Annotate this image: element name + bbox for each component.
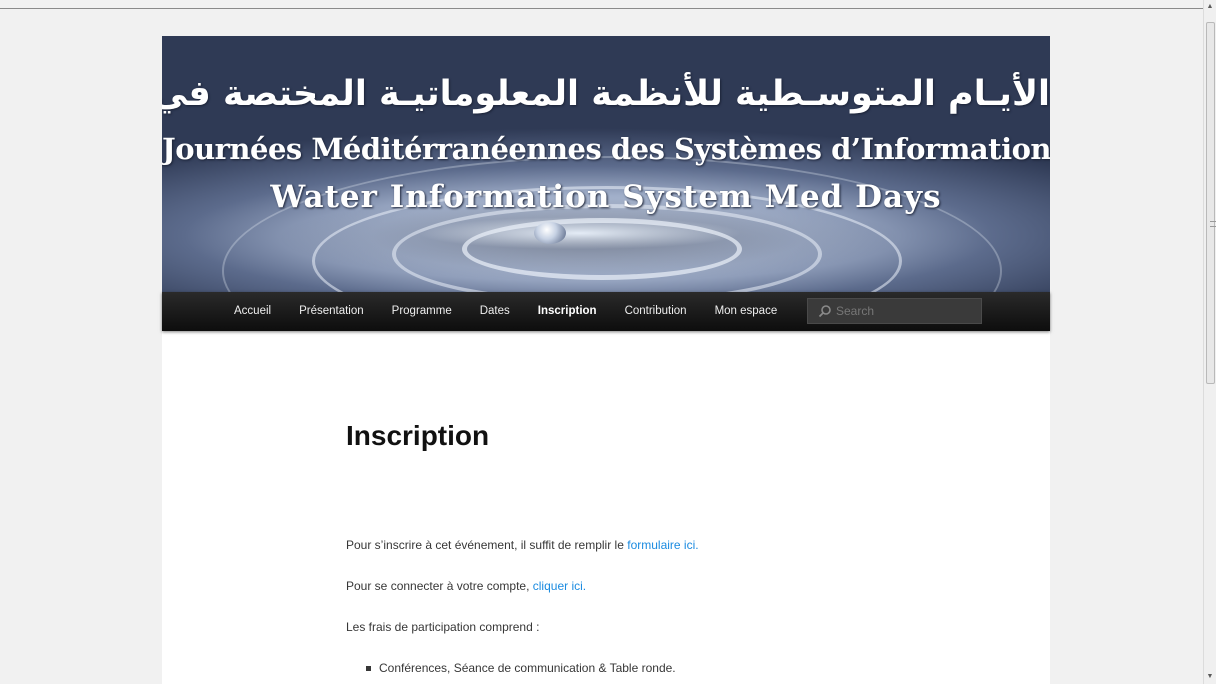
login-link[interactable]: cliquer ici. — [533, 579, 586, 593]
scrollbar-thumb[interactable] — [1206, 22, 1216, 384]
vertical-scrollbar[interactable]: ▲ ▼ — [1203, 0, 1216, 684]
list-item: Conférences, Séance de communication & T… — [366, 661, 676, 675]
ripple-ring — [222, 156, 1002, 292]
scroll-down-arrow-icon[interactable]: ▼ — [1204, 670, 1216, 684]
nav-item-contribution[interactable]: Contribution — [611, 292, 701, 331]
nav-item-mon-espace[interactable]: Mon espace — [701, 292, 792, 331]
registration-form-link[interactable]: formulaire ici. — [627, 538, 698, 552]
nav-item-accueil[interactable]: Accueil — [220, 292, 285, 331]
nav-item-programme[interactable]: Programme — [378, 292, 466, 331]
scroll-grip-icon — [1210, 221, 1216, 227]
nav-item-dates[interactable]: Dates — [466, 292, 524, 331]
registration-paragraph: Pour s’inscrire à cet événement, il suff… — [346, 538, 699, 552]
fees-paragraph: Les frais de participation comprend : — [346, 620, 540, 634]
nav-item-inscription[interactable]: Inscription — [524, 292, 611, 331]
water-drop-icon — [534, 222, 566, 244]
login-paragraph: Pour se connecter à votre compte, clique… — [346, 579, 586, 593]
registration-text: Pour s’inscrire à cet événement, il suff… — [346, 538, 628, 552]
banner-arabic-title: الأيـام المتوسـطية للأنظمة المعلوماتيـة … — [162, 74, 1050, 114]
search-box[interactable] — [807, 298, 982, 324]
banner-french-title: Journées Méditérranéennes des Systèmes d… — [162, 132, 1050, 166]
nav-item-presentation[interactable]: Présentation — [285, 292, 378, 331]
page-container: الأيـام المتوسـطية للأنظمة المعلوماتيـة … — [162, 36, 1050, 684]
scroll-up-arrow-icon[interactable]: ▲ — [1204, 0, 1216, 14]
browser-top-edge — [0, 0, 1203, 9]
login-text: Pour se connecter à votre compte, — [346, 579, 533, 593]
main-navigation: Accueil Présentation Programme Dates Ins… — [162, 292, 1050, 331]
search-input[interactable] — [836, 304, 976, 318]
header-banner[interactable]: الأيـام المتوسـطية للأنظمة المعلوماتيـة … — [162, 36, 1050, 292]
fees-list: Conférences, Séance de communication & T… — [366, 661, 676, 675]
banner-english-title: Water Information System Med Days — [270, 179, 942, 215]
page-title: Inscription — [346, 420, 490, 451]
search-icon[interactable] — [818, 304, 832, 318]
